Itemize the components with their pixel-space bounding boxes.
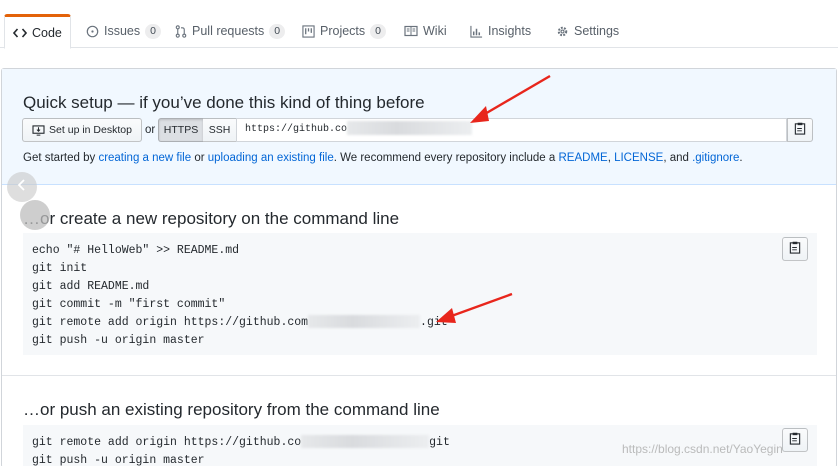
tab-code-label: Code [32,25,62,40]
push-remote-prefix: git remote add origin https://github.co [32,436,302,449]
projects-counter: 0 [370,23,386,39]
code-line: git add README.md [32,280,150,293]
create-new-file-link[interactable]: creating a new file [98,152,191,164]
code-line: echo "# HelloWeb" >> README.md [32,244,240,257]
previous-page-button[interactable] [7,172,37,202]
copy-push-commands-button[interactable] [782,428,808,452]
issues-counter: 0 [145,23,161,39]
quick-setup-title: Quick setup — if you’ve done this kind o… [23,93,425,112]
graph-icon [470,25,483,38]
get-started-text: Get started by creating a new file or up… [23,152,743,164]
tab-pull-requests[interactable]: Pull requests 0 [167,14,293,48]
recommend-text: . We recommend every repository include … [333,152,559,164]
redacted-url-blur [301,435,430,449]
push-remote-suffix: git [429,436,450,449]
code-icon [13,27,27,39]
push-repo-title: …or push an existing repository from the… [23,400,440,419]
tab-issues[interactable]: Issues 0 [78,14,169,48]
tab-pull-requests-label: Pull requests [192,24,265,38]
tab-settings-label: Settings [574,24,620,38]
tab-issues-label: Issues [104,24,141,38]
readme-link[interactable]: README [559,152,608,164]
get-started-prefix: Get started by [23,152,99,164]
book-icon [404,25,418,37]
chevron-left-icon [17,178,27,197]
tab-insights[interactable]: Insights [462,14,539,48]
and-text: , and [663,152,693,164]
copy-url-button[interactable] [787,118,813,142]
section-divider [2,375,836,376]
ssh-toggle[interactable]: SSH [203,118,237,142]
issue-opened-icon [86,25,99,38]
pull-requests-counter: 0 [269,23,286,39]
redacted-url-blur [308,315,421,329]
tab-wiki[interactable]: Wiki [396,14,455,48]
annotation-arrow-icon [436,292,513,323]
copy-create-commands-button[interactable] [782,237,808,261]
empty-repo-setup-box: Quick setup — if you’ve done this kind o… [1,68,837,466]
clipboard-icon [789,241,801,257]
gitignore-link[interactable]: .gitignore [692,152,739,164]
tab-projects[interactable]: Projects 0 [294,14,394,48]
tab-wiki-label: Wiki [423,24,447,38]
remote-url-prefix: git remote add origin https://github.com [32,316,309,329]
license-link[interactable]: LICENSE [614,152,663,164]
clipboard-icon [794,122,806,138]
watermark-text: https://blog.csdn.net/YaoYegin [622,442,783,456]
setup-desktop-button[interactable]: Set up in Desktop [22,118,142,142]
project-icon [302,24,315,38]
setup-desktop-label: Set up in Desktop [49,124,132,136]
code-line: git remote add origin https://github.com… [32,314,808,332]
tab-insights-label: Insights [488,24,532,38]
clone-url-text: https://github.co [245,124,348,135]
gear-icon [556,25,569,38]
repo-nav-tabs: Code Issues 0 Pull requests 0 Projects 0… [0,0,838,49]
clipboard-icon [789,432,801,448]
annotation-arrow-icon [470,74,551,123]
code-line: git push -u origin master [32,334,205,347]
upload-file-link[interactable]: uploading an existing file [208,152,334,164]
tab-projects-label: Projects [320,24,366,38]
tab-settings[interactable]: Settings [548,14,627,48]
quick-setup-panel: Quick setup — if you’ve done this kind o… [2,69,836,185]
create-repo-code-block: echo "# HelloWeb" >> README.md git init … [23,233,817,355]
or-text: or [145,124,156,136]
tab-code[interactable]: Code [4,14,71,49]
code-line: git init [32,262,88,275]
https-toggle[interactable]: HTTPS [158,118,204,142]
create-repo-title: …or create a new repository on the comma… [23,209,400,228]
code-line: git commit -m "first commit" [32,298,226,311]
or-word: or [191,152,208,164]
desktop-download-icon [32,124,45,136]
scroll-indicator-circle[interactable] [20,200,50,230]
git-pull-request-icon [175,24,187,38]
period-text: . [739,152,743,164]
redacted-url-blur [347,121,473,136]
